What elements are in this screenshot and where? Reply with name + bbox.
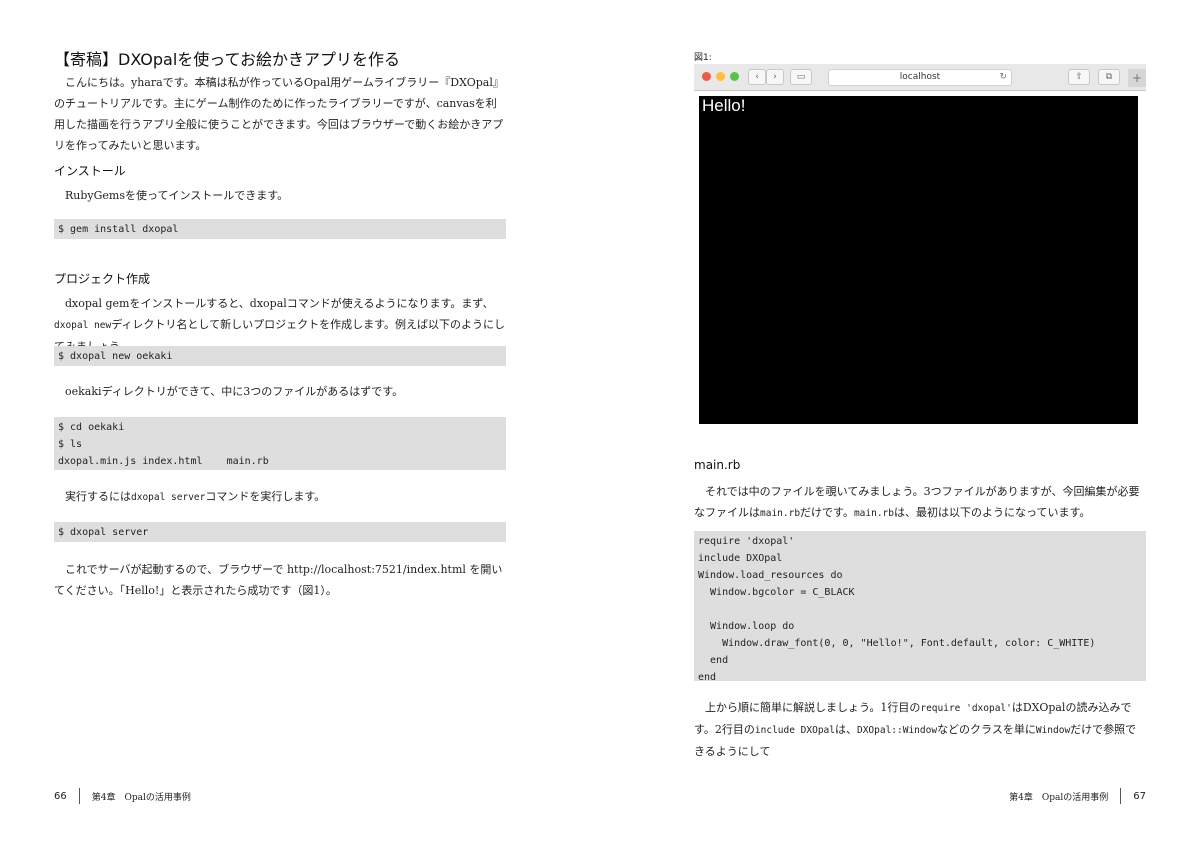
minimize-window-icon	[716, 72, 725, 81]
code-line: require 'dxopal'	[698, 536, 795, 547]
mainrb-text-b: だけです。	[800, 506, 854, 519]
server-paragraph: これでサーバが起動するので、ブラウザーで http://localhost:75…	[54, 563, 503, 597]
code-line: end	[698, 672, 717, 683]
explain-text-c: は、	[834, 723, 857, 736]
code-line: include DXOpal	[698, 553, 783, 564]
left-footer: 66 第4章 Opalの活用事例	[54, 788, 191, 804]
page-number: 67	[1133, 790, 1146, 802]
mainrb-text-c: は、最初は以下のようになっています。	[894, 506, 1091, 519]
run-text-a: 実行するには	[65, 490, 131, 503]
left-page: 【寄稿】DXOpalを使ってお絵かきアプリを作る こんにちは。yharaです。本…	[0, 0, 600, 848]
code-block-ls: $ cd oekaki $ ls dxopal.min.js index.html …	[54, 417, 506, 470]
address-bar: localhost ↻	[828, 69, 1012, 86]
code-block-install: $ gem install dxopal	[54, 219, 506, 239]
run-paragraph: 実行するにはdxopal serverコマンドを実行します。	[54, 486, 506, 508]
code-line: Window.bgcolor = C_BLACK	[698, 587, 855, 598]
browser-toolbar: ‹ › ▭ localhost ↻ ⇧ ⧉ +	[694, 64, 1146, 91]
explain-inline-code-d: Window	[1035, 725, 1071, 736]
canvas-hello-text: Hello!	[702, 96, 746, 115]
chapter-title: 第4章 Opalの活用事例	[91, 792, 191, 803]
tabs-icon: ⧉	[1098, 69, 1120, 85]
intro-paragraph: こんにちは。yharaです。本稿は私が作っているOpal用ゲームライブラリー『D…	[54, 76, 504, 152]
code-line: Window.draw_font(0, 0, "Hello!", Font.de…	[698, 638, 1096, 649]
close-window-icon	[702, 72, 711, 81]
chapter-title: 第4章 Opalの活用事例	[1009, 792, 1109, 803]
footer-divider	[78, 788, 80, 804]
footer-divider	[1120, 788, 1122, 804]
explain-inline-code-a: require 'dxopal'	[920, 703, 1012, 714]
explain-text-a: 上から順に簡単に解説しましょう。1行目の	[705, 701, 921, 714]
code-block-mainrb: require 'dxopal' include DXOpal Window.loa…	[694, 531, 1146, 683]
canvas-area: Hello!	[699, 96, 1138, 424]
mainrb-paragraph: それでは中のファイルを覗いてみましょう。3つファイルがありますが、今回編集が必要…	[694, 481, 1146, 524]
code-line: $ ls	[58, 439, 83, 450]
chevron-right-icon: ›	[766, 69, 784, 85]
right-page: 図1: ‹ › ▭ localhost ↻ ⇧ ⧉ + Hello! main.…	[600, 0, 1200, 848]
code-block-new: $ dxopal new oekaki	[54, 346, 506, 366]
explain-inline-code-c: DXOpal::Window	[856, 725, 938, 736]
install-paragraph: RubyGemsを使ってインストールできます。	[65, 189, 289, 202]
code-line: Window.load_resources do	[698, 570, 843, 581]
install-heading: インストール	[54, 164, 126, 178]
code-line: dxopal.min.js index.html main.rb	[58, 456, 269, 467]
code-line: end	[698, 655, 729, 666]
page-number: 66	[54, 790, 67, 802]
mainrb-inline-code-a: main.rb	[760, 508, 801, 519]
article-title: 【寄稿】DXOpalを使ってお絵かきアプリを作る	[54, 50, 400, 69]
project-heading: プロジェクト作成	[54, 272, 151, 286]
address-text: localhost	[899, 72, 941, 82]
zoom-window-icon	[730, 72, 739, 81]
run-inline-code: dxopal server	[131, 492, 206, 503]
explain-text-d: などのクラスを単に	[937, 723, 1036, 736]
project-text-a: dxopal gemをインストールすると、dxopalコマンドが使えるようになり…	[65, 297, 494, 310]
code-block-server: $ dxopal server	[54, 522, 506, 542]
reload-icon: ↻	[999, 72, 1007, 82]
mainrb-heading: main.rb	[694, 458, 741, 472]
sidebar-icon: ▭	[790, 69, 812, 85]
new-tab-icon: +	[1128, 69, 1146, 87]
mainrb-inline-code-b: main.rb	[853, 508, 894, 519]
chevron-left-icon: ‹	[748, 69, 766, 85]
oekaki-paragraph: oekakiディレクトリができて、中に3つのファイルがあるはずです。	[65, 385, 404, 398]
code-line: Window.loop do	[698, 621, 795, 632]
figure-label: 図1:	[694, 53, 712, 63]
explain-paragraph: 上から順に簡単に解説しましょう。1行目のrequire 'dxopal'はDXO…	[694, 697, 1146, 762]
explain-inline-code-b: include DXOpal	[754, 725, 835, 736]
share-icon: ⇧	[1068, 69, 1090, 85]
code-line: $ cd oekaki	[58, 422, 125, 433]
right-footer: 第4章 Opalの活用事例 67	[1009, 788, 1146, 804]
project-inline-code: dxopal new	[54, 320, 112, 331]
browser-screenshot: ‹ › ▭ localhost ↻ ⇧ ⧉ + Hello!	[694, 64, 1146, 428]
run-text-b: コマンドを実行します。	[205, 490, 326, 503]
